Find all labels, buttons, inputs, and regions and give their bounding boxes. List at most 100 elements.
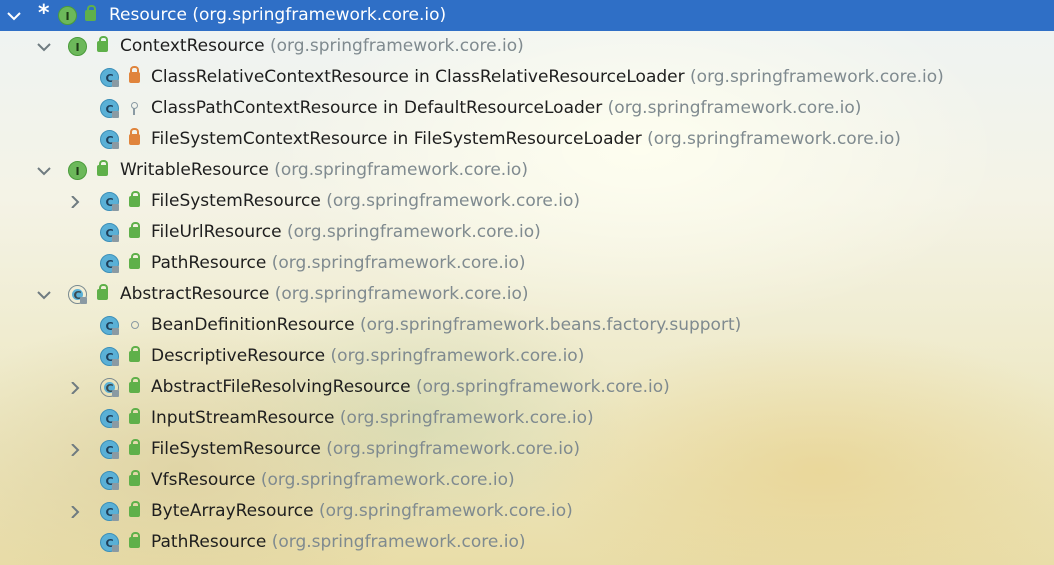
tree-row[interactable]: C BeanDefinitionResource (org.springframe… [0, 310, 1054, 341]
public-visibility-icon [97, 160, 108, 176]
collapse-arrow-right-icon[interactable] [65, 496, 83, 527]
final-lock-icon [112, 235, 119, 242]
package-name: (org.springframework.core.io) [319, 501, 573, 521]
package-name: (org.springframework.core.io) [271, 532, 526, 552]
package-name: (org.springframework.core.io) [416, 377, 670, 397]
tree-row[interactable]: I WritableResource (org.springframework.c… [0, 155, 1054, 186]
public-visibility-icon [129, 253, 140, 269]
type-name: FileSystemResource [151, 191, 321, 211]
public-visibility-icon [129, 408, 140, 424]
public-visibility-icon [97, 36, 108, 52]
type-name: FileSystemContextResource in FileSystemR… [151, 129, 642, 149]
package-name: (org.springframework.beans.factory.suppo… [360, 315, 742, 335]
final-lock-icon [112, 421, 119, 428]
interface-type-icon: I [58, 6, 77, 25]
type-name: ClassPathContextResource in DefaultResou… [151, 98, 603, 118]
tree-row-text: ContextResource (org.springframework.cor… [120, 31, 524, 62]
package-name: (org.springframework.core.io) [339, 408, 594, 428]
package-name: (org.springframework.core.io) [274, 160, 528, 180]
public-visibility-icon [129, 501, 140, 517]
tree-row-text: FileSystemContextResource in FileSystemR… [151, 124, 901, 155]
tree-row[interactable]: I ContextResource (org.springframework.co… [0, 31, 1054, 62]
type-name: VfsResource [151, 470, 256, 490]
package-name: (org.springframework.core.io) [269, 36, 524, 56]
final-lock-icon [112, 390, 119, 397]
public-visibility-icon [97, 284, 108, 300]
collapse-arrow-right-icon[interactable] [65, 372, 83, 403]
expand-arrow-down-icon[interactable] [34, 155, 52, 186]
type-name: ByteArrayResource [151, 501, 314, 521]
tree-row-text: AbstractFileResolvingResource (org.sprin… [151, 372, 670, 403]
package-name: (org.springframework.core.io) [690, 67, 944, 87]
type-name: InputStreamResource [151, 408, 335, 428]
tree-row-text: FileSystemResource (org.springframework.… [151, 186, 580, 217]
final-lock-icon [112, 452, 119, 459]
package-name: (org.springframework.core.io) [326, 439, 580, 459]
public-visibility-icon [129, 470, 140, 486]
tree-row-text: ByteArrayResource (org.springframework.c… [151, 496, 573, 527]
tree-row-text: InputStreamResource (org.springframework… [151, 403, 594, 434]
type-name: PathResource [151, 532, 267, 552]
public-visibility-icon [85, 5, 96, 21]
expand-arrow-down-icon[interactable] [4, 0, 22, 31]
tree-row[interactable]: C PathResource (org.springframework.core.… [0, 527, 1054, 558]
public-visibility-icon [129, 439, 140, 455]
tree-row[interactable]: C FileSystemResource (org.springframework… [0, 434, 1054, 465]
tree-row[interactable]: C VfsResource (org.springframework.core.i… [0, 465, 1054, 496]
package-name: (org.springframework.core.io) [607, 98, 862, 118]
public-visibility-icon [129, 532, 140, 548]
collapse-arrow-right-icon[interactable] [65, 186, 83, 217]
public-visibility-icon [129, 191, 140, 207]
expand-arrow-down-icon[interactable] [34, 31, 52, 62]
package-name: (org.springframework.core.io) [192, 5, 447, 25]
final-lock-icon [112, 142, 119, 149]
interface-type-icon: I [68, 161, 87, 180]
tree-row[interactable]: C AbstractFileResolvingResource (org.spri… [0, 372, 1054, 403]
tree-row[interactable]: C DescriptiveResource (org.springframewor… [0, 341, 1054, 372]
tree-row[interactable]: C ClassPathContextResource in DefaultReso… [0, 93, 1054, 124]
public-visibility-icon [129, 222, 140, 238]
tree-row-text: ClassPathContextResource in DefaultResou… [151, 93, 861, 124]
final-lock-icon [112, 514, 119, 521]
tree-row[interactable]: * I Resource (org.springframework.core.io) [0, 0, 1054, 31]
tree-row-text: DescriptiveResource (org.springframework… [151, 341, 584, 372]
final-lock-icon [112, 359, 119, 366]
tree-row[interactable]: C InputStreamResource (org.springframewor… [0, 403, 1054, 434]
tree-row[interactable]: C FileUrlResource (org.springframework.co… [0, 217, 1054, 248]
final-lock-icon [112, 80, 119, 87]
package-name: (org.springframework.core.io) [326, 191, 580, 211]
tree-row-text: ClassRelativeContextResource in ClassRel… [151, 62, 944, 93]
tree-row-text: FileSystemResource (org.springframework.… [151, 434, 580, 465]
private-visibility-icon [129, 128, 140, 145]
tree-row-text: PathResource (org.springframework.core.i… [151, 527, 526, 558]
tree-row-text: BeanDefinitionResource (org.springframew… [151, 310, 741, 341]
tree-row[interactable]: C AbstractResource (org.springframework.c… [0, 279, 1054, 310]
private-visibility-icon [129, 66, 140, 83]
expand-arrow-down-icon[interactable] [34, 279, 52, 310]
public-visibility-icon [129, 346, 140, 362]
type-name: FileSystemResource [151, 439, 321, 459]
final-lock-icon [112, 483, 119, 490]
type-name: Resource [109, 5, 187, 25]
type-name: WritableResource [120, 160, 269, 180]
final-lock-icon [112, 204, 119, 211]
type-name: ContextResource [120, 36, 265, 56]
tree-row-text: FileUrlResource (org.springframework.cor… [151, 217, 541, 248]
package-name: (org.springframework.core.io) [647, 129, 901, 149]
star-marker-icon: * [38, 1, 50, 26]
tree-row[interactable]: C FileSystemResource (org.springframework… [0, 186, 1054, 217]
final-lock-icon [80, 297, 87, 304]
package-name: (org.springframework.core.io) [271, 253, 526, 273]
package-visibility-icon [129, 320, 140, 331]
package-name: (org.springframework.core.io) [274, 284, 529, 304]
type-name: PathResource [151, 253, 267, 273]
tree-row-text: Resource (org.springframework.core.io) [109, 0, 446, 31]
collapse-arrow-right-icon[interactable] [65, 434, 83, 465]
type-name: FileUrlResource [151, 222, 282, 242]
tree-row[interactable]: C FileSystemContextResource in FileSystem… [0, 124, 1054, 155]
tree-row[interactable]: C ByteArrayResource (org.springframework.… [0, 496, 1054, 527]
tree-row[interactable]: C PathResource (org.springframework.core.… [0, 248, 1054, 279]
tree-row[interactable]: C ClassRelativeContextResource in ClassRe… [0, 62, 1054, 93]
package-name: (org.springframework.core.io) [260, 470, 515, 490]
tree-row-text: AbstractResource (org.springframework.co… [120, 279, 529, 310]
